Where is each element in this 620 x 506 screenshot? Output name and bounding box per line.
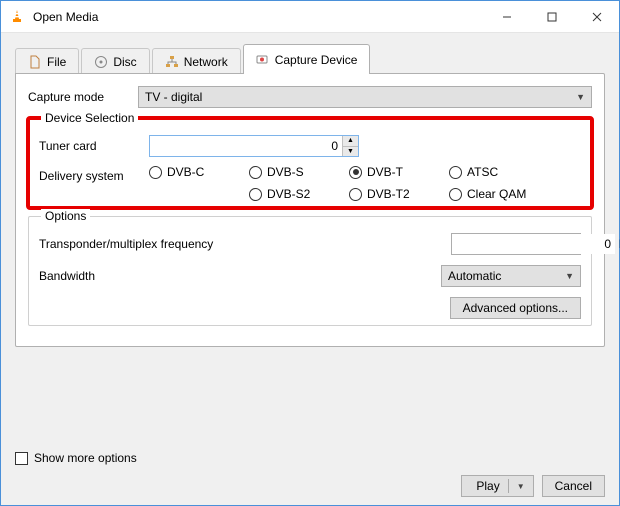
options-group: Options Transponder/multiplex frequency … <box>28 216 592 326</box>
open-media-dialog: Open Media File <box>0 0 620 506</box>
radio-dvb-s[interactable]: DVB-S <box>249 165 349 179</box>
checkbox-icon <box>15 452 28 465</box>
capture-mode-row: Capture mode TV - digital ▼ <box>28 86 592 108</box>
radio-icon <box>249 166 262 179</box>
advanced-options-button[interactable]: Advanced options... <box>450 297 581 319</box>
chevron-down-icon: ▼ <box>517 482 525 491</box>
delivery-system-options: DVB-C DVB-S DVB-T <box>149 165 549 201</box>
play-button[interactable]: Play ▼ <box>461 475 533 497</box>
radio-label: DVB-S <box>267 165 304 179</box>
radio-dvb-s2[interactable]: DVB-S2 <box>249 187 349 201</box>
radio-clear-qam[interactable]: Clear QAM <box>449 187 549 201</box>
window-controls <box>484 2 619 32</box>
close-button[interactable] <box>574 2 619 32</box>
tab-file[interactable]: File <box>15 48 79 74</box>
dialog-content: File Disc Network Capture Device <box>1 33 619 505</box>
play-button-label: Play <box>476 479 499 493</box>
chevron-down-icon: ▼ <box>576 92 585 102</box>
tab-label: Disc <box>113 55 136 69</box>
disc-icon <box>94 55 108 69</box>
radio-atsc[interactable]: ATSC <box>449 165 549 179</box>
bandwidth-select[interactable]: Automatic ▼ <box>441 265 581 287</box>
minimize-button[interactable] <box>484 2 529 32</box>
radio-label: Clear QAM <box>467 187 526 201</box>
tab-bar: File Disc Network Capture Device <box>15 43 605 73</box>
radio-label: ATSC <box>467 165 498 179</box>
capture-device-icon <box>256 53 270 67</box>
network-icon <box>165 55 179 69</box>
tab-label: Capture Device <box>275 53 358 67</box>
cancel-button[interactable]: Cancel <box>542 475 605 497</box>
tuner-spin-buttons: ▲ ▼ <box>342 136 358 156</box>
radio-icon <box>449 188 462 201</box>
titlebar: Open Media <box>1 1 619 33</box>
radio-label: DVB-T <box>367 165 403 179</box>
frequency-unit: kHz <box>615 237 620 251</box>
maximize-button[interactable] <box>529 2 574 32</box>
tab-label: File <box>47 55 66 69</box>
radio-dvb-t[interactable]: DVB-T <box>349 165 449 179</box>
tuner-card-spinbox[interactable]: ▲ ▼ <box>149 135 359 157</box>
tab-disc[interactable]: Disc <box>81 48 149 74</box>
tuner-card-row: Tuner card ▲ ▼ <box>39 135 581 157</box>
spin-down-button[interactable]: ▼ <box>343 147 358 157</box>
radio-label: DVB-S2 <box>267 187 310 201</box>
file-icon <box>28 55 42 69</box>
show-more-options-checkbox[interactable]: Show more options <box>15 451 605 465</box>
radio-icon <box>149 166 162 179</box>
frequency-input[interactable] <box>452 234 615 254</box>
checkbox-label: Show more options <box>34 451 137 465</box>
capture-mode-select[interactable]: TV - digital ▼ <box>138 86 592 108</box>
radio-dvb-c[interactable]: DVB-C <box>149 165 249 179</box>
radio-icon <box>349 188 362 201</box>
chevron-down-icon: ▼ <box>565 271 574 281</box>
delivery-system-row: Delivery system DVB-C DVB-S <box>39 165 581 201</box>
radio-icon <box>249 188 262 201</box>
capture-mode-value: TV - digital <box>145 90 202 104</box>
bandwidth-value: Automatic <box>448 269 501 283</box>
tab-network[interactable]: Network <box>152 48 241 74</box>
tab-label: Network <box>184 55 228 69</box>
vlc-cone-icon <box>9 9 25 25</box>
radio-dvb-t2[interactable]: DVB-T2 <box>349 187 449 201</box>
bandwidth-label: Bandwidth <box>39 269 239 283</box>
spin-up-button[interactable]: ▲ <box>343 136 358 147</box>
bandwidth-row: Bandwidth Automatic ▼ <box>39 265 581 287</box>
frequency-row: Transponder/multiplex frequency kHz ▲ ▼ <box>39 233 581 255</box>
capture-mode-label: Capture mode <box>28 90 138 104</box>
device-selection-legend: Device Selection <box>41 111 138 125</box>
tab-capture-device[interactable]: Capture Device <box>243 44 371 74</box>
tuner-card-label: Tuner card <box>39 139 149 153</box>
dialog-footer: Show more options Play ▼ Cancel <box>15 443 605 497</box>
frequency-spinbox[interactable]: kHz ▲ ▼ <box>451 233 581 255</box>
options-legend: Options <box>41 209 90 223</box>
tuner-card-input[interactable] <box>150 136 342 156</box>
radio-icon <box>349 166 362 179</box>
window-title: Open Media <box>33 10 484 24</box>
device-selection-group: Device Selection Tuner card ▲ ▼ <box>28 118 592 208</box>
radio-icon <box>449 166 462 179</box>
capture-panel: Capture mode TV - digital ▼ Device Selec… <box>15 73 605 347</box>
delivery-system-label: Delivery system <box>39 165 149 201</box>
radio-label: DVB-C <box>167 165 204 179</box>
frequency-label: Transponder/multiplex frequency <box>39 237 239 251</box>
radio-label: DVB-T2 <box>367 187 410 201</box>
